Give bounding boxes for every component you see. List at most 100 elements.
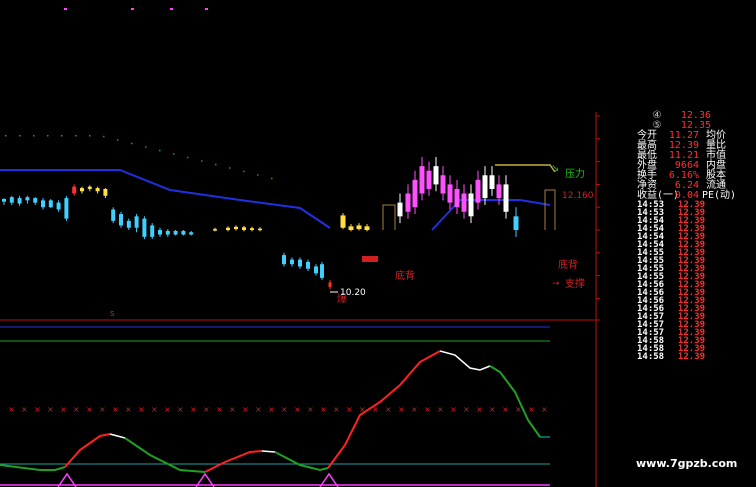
tick-list[interactable]: 14:53 12.39 14:53 12.39 14:54 12.39 14:54 12.39… — [637, 201, 756, 362]
pressure-label: 压力 — [565, 167, 585, 180]
candle — [226, 226, 230, 232]
candle — [328, 280, 332, 290]
candle — [2, 198, 6, 205]
candle — [150, 223, 155, 240]
dot — [257, 174, 259, 176]
tick-row: 14:58 12.39 — [637, 352, 756, 362]
candle — [234, 225, 238, 231]
dot — [201, 160, 203, 162]
candle — [397, 193, 403, 224]
tick-time: 14:58 — [637, 352, 665, 362]
candle — [489, 166, 495, 196]
dot — [271, 177, 273, 180]
candle — [142, 216, 147, 240]
candle — [158, 227, 162, 237]
dot — [117, 139, 119, 141]
x-marker: × — [99, 405, 106, 414]
dot — [19, 135, 21, 137]
x-marker: × — [242, 405, 249, 414]
x-marker: × — [528, 405, 535, 414]
upper-dotted-line — [5, 135, 273, 180]
dot — [243, 170, 245, 173]
pressure-arrow: ↘ — [551, 163, 559, 174]
dot — [131, 142, 133, 145]
x-marker: × — [47, 405, 54, 414]
candle — [320, 261, 324, 281]
candle — [314, 264, 318, 276]
right-candle-cluster — [213, 157, 519, 290]
candle — [454, 179, 460, 215]
x-marker: × — [8, 405, 15, 414]
x-marker: × — [463, 405, 470, 414]
candle — [173, 230, 178, 236]
candle — [340, 213, 346, 230]
dot — [5, 135, 7, 137]
x-marker: × — [60, 405, 67, 414]
band-line-left — [0, 169, 331, 229]
x-marker: × — [398, 405, 405, 414]
candle — [33, 197, 38, 205]
dot — [89, 135, 91, 137]
dot — [215, 163, 217, 166]
dot — [33, 135, 35, 137]
candle — [356, 223, 362, 231]
candle — [80, 186, 84, 194]
candle — [103, 188, 108, 199]
indicator-line-white-2 — [261, 450, 276, 453]
x-marker: × — [541, 405, 548, 414]
quote-panel: ④ 12.36 ⑤ 12.35 今开 11.27 均价 最高 12.39 量比 最低 11.2… — [637, 111, 756, 487]
support-arrow: → — [552, 279, 560, 289]
x-marker: × — [190, 405, 197, 414]
watermark: www.7gpzb.com — [636, 457, 738, 470]
low-price-label: 10.20 — [340, 288, 366, 298]
candle — [426, 161, 432, 196]
indicator-line-green-3 — [274, 451, 329, 472]
x-marker: × — [411, 405, 418, 414]
candle — [433, 157, 439, 192]
indicator-line-red-1 — [64, 433, 111, 468]
x-marker: × — [489, 405, 496, 414]
dot — [75, 135, 77, 137]
x-marker: × — [164, 405, 171, 414]
x-marker: × — [73, 405, 80, 414]
olive-frame-right — [544, 189, 556, 230]
candle — [165, 229, 170, 237]
support-label: 支撑 — [565, 277, 585, 290]
x-marker: × — [294, 405, 301, 414]
candle — [126, 218, 131, 230]
candle — [440, 166, 446, 201]
candle — [348, 224, 354, 232]
candle — [17, 195, 22, 206]
kline-chart[interactable]: 14.0013.5013.0012.5012.0011.5011.0010.50… — [0, 0, 600, 487]
candle — [48, 198, 53, 209]
candle — [513, 207, 519, 237]
candle — [181, 230, 186, 236]
x-marker: × — [229, 405, 236, 414]
indicator-line-red-2 — [204, 450, 263, 473]
dot — [187, 156, 189, 159]
candle — [111, 207, 116, 224]
candle — [189, 230, 194, 236]
x-marker: × — [320, 405, 327, 414]
x-marker: × — [346, 405, 353, 414]
candle — [95, 186, 100, 194]
indicator-line-white-3 — [439, 350, 491, 371]
candle — [56, 200, 61, 212]
marker-block — [362, 256, 378, 262]
dot — [145, 146, 147, 148]
price-axis: 14.0013.5013.0012.5012.0011.5011.0010.50… — [596, 115, 600, 299]
olive-frame-left — [382, 204, 396, 230]
candle — [87, 185, 92, 192]
x-marker: × — [86, 405, 93, 414]
indicator-line-green-4 — [489, 365, 541, 438]
candle — [119, 211, 123, 228]
candle — [475, 170, 481, 210]
candle — [242, 225, 246, 232]
small-value-label: 12.160 — [562, 191, 594, 201]
x-marker: × — [476, 405, 483, 414]
x-marker: × — [216, 405, 223, 414]
x-marker: × — [385, 405, 392, 414]
candle — [258, 227, 262, 232]
x-marker: × — [203, 405, 210, 414]
candle — [213, 227, 217, 232]
